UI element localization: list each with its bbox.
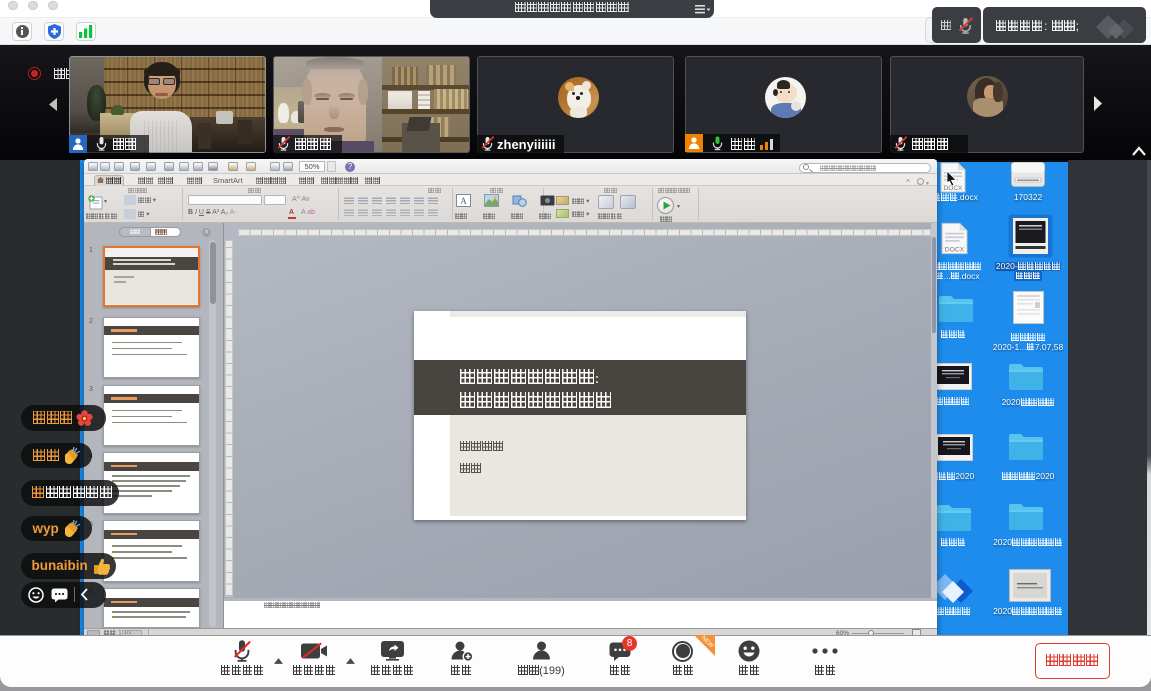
svg-text:A: A (460, 196, 467, 206)
svg-text:DOCX: DOCX (945, 246, 965, 253)
